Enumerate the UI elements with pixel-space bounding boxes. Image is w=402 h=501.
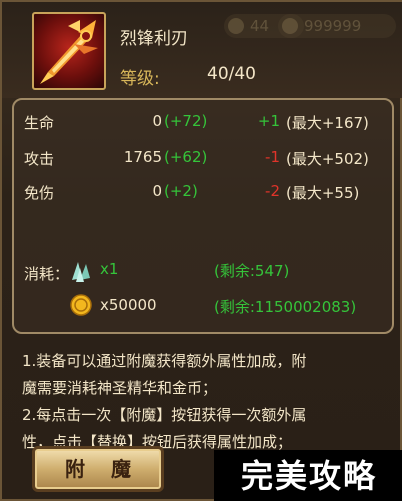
blade-item-icon[interactable] bbox=[32, 12, 106, 90]
gold-coin-icon bbox=[70, 294, 92, 316]
stat-delta: -2 bbox=[265, 182, 280, 200]
cost-row-crystal: x1 (剩余:547) bbox=[68, 260, 388, 282]
faded-resource-right-value: 999999 bbox=[304, 17, 362, 35]
faded-resource-right: 999999 bbox=[278, 14, 396, 38]
crystal-remaining: (剩余:547) bbox=[214, 262, 290, 280]
stat-max: (最大+502) bbox=[286, 150, 369, 168]
stat-delta: -1 bbox=[265, 148, 280, 166]
blade-icon bbox=[40, 20, 98, 84]
faded-resource-left-value: 44 bbox=[250, 17, 270, 35]
stat-max: (最大+55) bbox=[286, 184, 360, 202]
stat-bonus: (+72) bbox=[164, 112, 208, 130]
watermark-logo: 完美攻略 bbox=[214, 450, 402, 501]
note-line: 1.装备可以通过附魔获得额外属性加成，附 bbox=[22, 352, 307, 370]
crystal-icon bbox=[72, 262, 90, 282]
note-line: 2.每点击一次【附魔】按钮获得一次额外属 bbox=[22, 406, 307, 424]
cost-label: 消耗： bbox=[24, 265, 70, 283]
stat-row-defense: 免伤 0 (+2) -2 (最大+55) bbox=[14, 182, 392, 204]
cost-row-gold: x50000 (剩余:1150002083) bbox=[68, 294, 388, 318]
gold-remaining: (剩余:1150002083) bbox=[214, 298, 357, 316]
help-notes: 1.装备可以通过附魔获得额外属性加成，附 魔需要消耗神圣精华和金币； 2.每点击… bbox=[22, 348, 382, 456]
stat-max: (最大+167) bbox=[286, 114, 369, 132]
stat-base: 0 bbox=[152, 182, 162, 200]
crystal-qty: x1 bbox=[100, 260, 119, 278]
enchant-button[interactable]: 附魔 bbox=[32, 446, 164, 492]
level-value: 40/40 bbox=[207, 64, 256, 84]
stat-delta: +1 bbox=[257, 112, 280, 130]
stat-bonus: (+2) bbox=[164, 182, 198, 200]
stat-base: 1765 bbox=[123, 148, 162, 166]
stat-bonus: (+62) bbox=[164, 148, 208, 166]
level-label: 等级: bbox=[120, 69, 160, 89]
enchant-panel: 44 999999 烈锋利刃 等级: 40/40 生命 0 (+72) +1 (… bbox=[0, 0, 402, 501]
item-name: 烈锋利刃 bbox=[120, 29, 188, 49]
gold-qty: x50000 bbox=[100, 296, 157, 314]
stat-row-hp: 生命 0 (+72) +1 (最大+167) bbox=[14, 112, 392, 134]
note-line: 魔需要消耗神圣精华和金币； bbox=[22, 379, 218, 397]
stat-base: 0 bbox=[152, 112, 162, 130]
stat-row-attack: 攻击 1765 (+62) -1 (最大+502) bbox=[14, 148, 392, 170]
stats-box: 生命 0 (+72) +1 (最大+167) 攻击 1765 (+62) -1 … bbox=[12, 98, 394, 334]
